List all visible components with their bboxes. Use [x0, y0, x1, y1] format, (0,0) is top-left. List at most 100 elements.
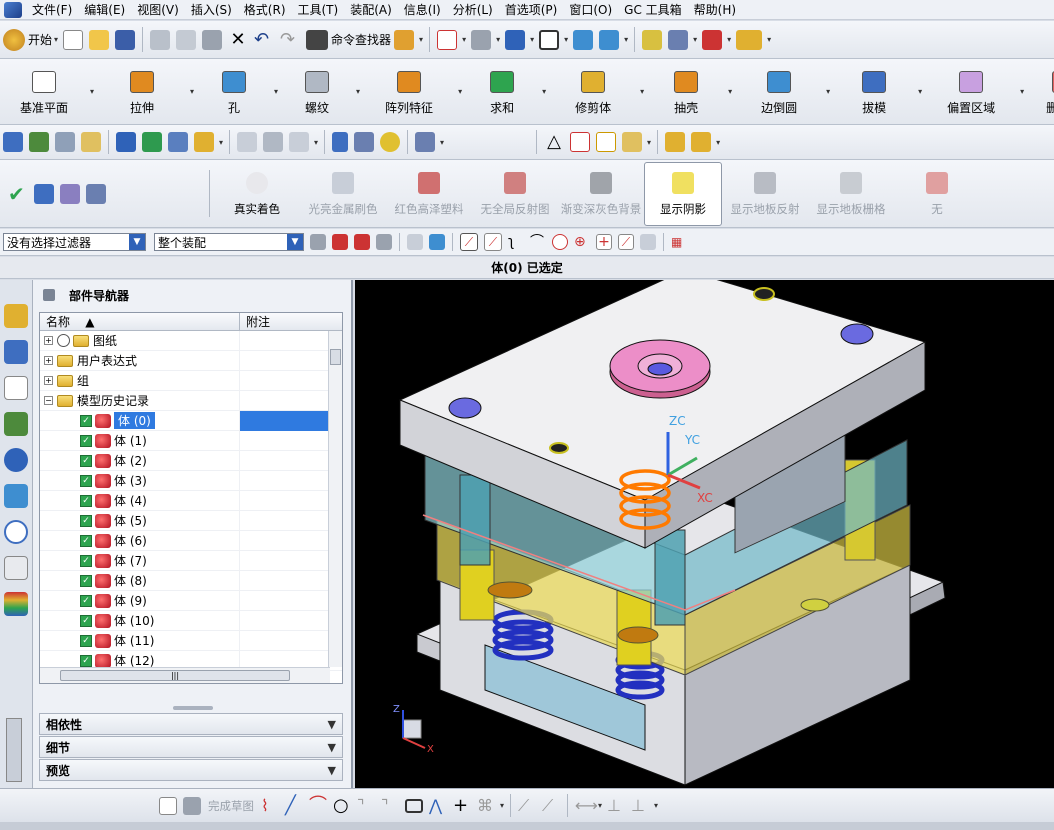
- layers-icon[interactable]: [29, 132, 49, 152]
- start-button[interactable]: 开始: [28, 31, 52, 48]
- point-icon[interactable]: +: [453, 796, 471, 815]
- body-row[interactable]: ✓ 体 (2): [40, 450, 342, 471]
- feature-button[interactable]: 拔模: [832, 62, 916, 122]
- menu-item[interactable]: 文件(F): [26, 0, 78, 20]
- ring-icon[interactable]: [380, 132, 401, 152]
- rail-scroll[interactable]: [6, 718, 22, 782]
- control-point-icon[interactable]: ʅ: [508, 234, 524, 250]
- visibility-checkbox[interactable]: ✓: [80, 574, 92, 587]
- menu-item[interactable]: 编辑(E): [78, 0, 131, 20]
- hammer-icon[interactable]: [142, 132, 162, 152]
- panel-preview[interactable]: 预览 ▼: [39, 759, 343, 781]
- tree-hscroll[interactable]: |||: [40, 667, 330, 683]
- triangle-icon[interactable]: △: [544, 132, 564, 152]
- grid-icon[interactable]: ▦: [671, 234, 687, 250]
- menu-item[interactable]: 插入(S): [185, 0, 238, 20]
- visibility-checkbox[interactable]: ✓: [80, 594, 92, 607]
- feature-button[interactable]: 拉伸: [96, 62, 188, 122]
- render-style-icon[interactable]: [471, 29, 492, 50]
- dropdown-arrow-icon[interactable]: ▾: [190, 87, 194, 96]
- chevron-down-icon[interactable]: ▼: [287, 234, 303, 250]
- snap-icon[interactable]: [642, 29, 663, 50]
- finish-sketch-button[interactable]: 完成草图: [208, 798, 254, 814]
- panel-details[interactable]: 细节 ▼: [39, 736, 343, 758]
- visibility-checkbox[interactable]: ✓: [80, 474, 92, 487]
- body-row[interactable]: ✓ 体 (4): [40, 490, 342, 511]
- face-icon[interactable]: [640, 234, 656, 250]
- fit-view-icon[interactable]: [437, 29, 458, 50]
- feature-button[interactable]: 求和: [464, 62, 540, 122]
- render-option-button[interactable]: 真实着色: [214, 162, 300, 226]
- assembly-nav-icon[interactable]: [3, 132, 23, 152]
- eraser-icon[interactable]: [81, 132, 101, 152]
- menu-item[interactable]: 装配(A): [344, 0, 398, 20]
- background-icon[interactable]: [539, 29, 560, 50]
- body-row[interactable]: ✓ 体 (10): [40, 610, 342, 631]
- surface-icon[interactable]: [237, 132, 258, 152]
- undo-icon[interactable]: ↶: [254, 29, 274, 50]
- add-component-icon[interactable]: [116, 132, 136, 152]
- delete-icon[interactable]: ✕: [228, 29, 248, 50]
- splitter[interactable]: [173, 706, 213, 710]
- view-orient-icon[interactable]: [505, 29, 526, 50]
- menu-item[interactable]: 首选项(P): [499, 0, 564, 20]
- table-icon[interactable]: [570, 132, 591, 152]
- render-option-button[interactable]: 光亮金属刷色: [300, 162, 386, 226]
- axes-icon[interactable]: [86, 183, 106, 204]
- feature-button[interactable]: 阵列特征: [362, 62, 456, 122]
- save-icon[interactable]: [115, 29, 136, 50]
- feature-button[interactable]: 偏置区域: [924, 62, 1018, 122]
- palette-tab-icon[interactable]: [4, 592, 28, 616]
- command-finder-button[interactable]: 命令查找器: [331, 31, 391, 48]
- render-option-button[interactable]: 显示地板反射: [722, 162, 808, 226]
- mold-assembly-model[interactable]: ZC YC XC Z X: [355, 280, 1054, 788]
- menu-item[interactable]: GC 工具箱: [618, 0, 688, 20]
- snap-point-icon[interactable]: [332, 234, 348, 250]
- graphics-viewport[interactable]: ZC YC XC Z X: [355, 280, 1054, 788]
- tree-node[interactable]: + 图纸: [40, 330, 342, 351]
- visibility-checkbox[interactable]: ✓: [80, 634, 92, 647]
- paste-icon[interactable]: [202, 29, 223, 50]
- visibility-checkbox[interactable]: ✓: [80, 614, 92, 627]
- web-tab-icon[interactable]: [4, 448, 28, 472]
- menu-item[interactable]: 格式(R): [238, 0, 292, 20]
- constraint-icon[interactable]: ⊥: [607, 796, 625, 815]
- extend-icon[interactable]: ⟋: [542, 796, 560, 815]
- arc-center-icon[interactable]: ⌒: [530, 234, 546, 250]
- body-row[interactable]: ✓ 体 (1): [40, 430, 342, 451]
- render-option-button[interactable]: 显示阴影: [644, 161, 722, 226]
- text-style-icon[interactable]: [194, 132, 214, 152]
- body-row[interactable]: ✓ 体 (5): [40, 510, 342, 531]
- body-row[interactable]: ✓ 体 (0): [40, 410, 342, 431]
- feature-button[interactable]: 抽壳: [646, 62, 726, 122]
- menu-item[interactable]: 帮助(H): [688, 0, 742, 20]
- dropdown-arrow-icon[interactable]: ▾: [728, 87, 732, 96]
- expand-toggle-icon[interactable]: −: [44, 396, 53, 405]
- visibility-checkbox[interactable]: ✓: [80, 654, 92, 667]
- assembly-nav-tab-icon[interactable]: [4, 304, 28, 328]
- column-note[interactable]: 附注: [240, 313, 270, 330]
- wcs-icon[interactable]: [573, 29, 594, 50]
- coins2-icon[interactable]: [691, 132, 712, 152]
- dropdown-arrow-icon[interactable]: ▾: [90, 87, 94, 96]
- tree-node[interactable]: − 模型历史记录: [40, 390, 342, 411]
- render-option-button[interactable]: 渐变深灰色背景: [558, 162, 644, 226]
- sketch-icon[interactable]: [159, 796, 177, 815]
- tree-icon[interactable]: [34, 183, 54, 204]
- spring-icon[interactable]: [354, 132, 375, 152]
- feature-button[interactable]: 基准平面: [0, 62, 88, 122]
- chamfer-icon[interactable]: ⌝: [381, 796, 399, 815]
- wrench-icon[interactable]: [376, 234, 392, 250]
- circle-center-icon[interactable]: [552, 234, 568, 250]
- redo-icon[interactable]: ↷: [280, 29, 300, 50]
- visibility-checkbox[interactable]: ✓: [80, 494, 92, 507]
- assembly-icon[interactable]: [394, 29, 415, 50]
- auto-constraint-icon[interactable]: ⊥: [631, 796, 649, 815]
- start-icon[interactable]: [3, 28, 25, 51]
- line-icon[interactable]: ╱: [285, 796, 303, 815]
- new-file-icon[interactable]: [63, 29, 84, 50]
- body-row[interactable]: ✓ 体 (3): [40, 470, 342, 491]
- cluster-icon[interactable]: [622, 132, 643, 152]
- sort-up-icon[interactable]: ▲: [85, 315, 94, 329]
- visibility-checkbox[interactable]: ✓: [80, 414, 92, 427]
